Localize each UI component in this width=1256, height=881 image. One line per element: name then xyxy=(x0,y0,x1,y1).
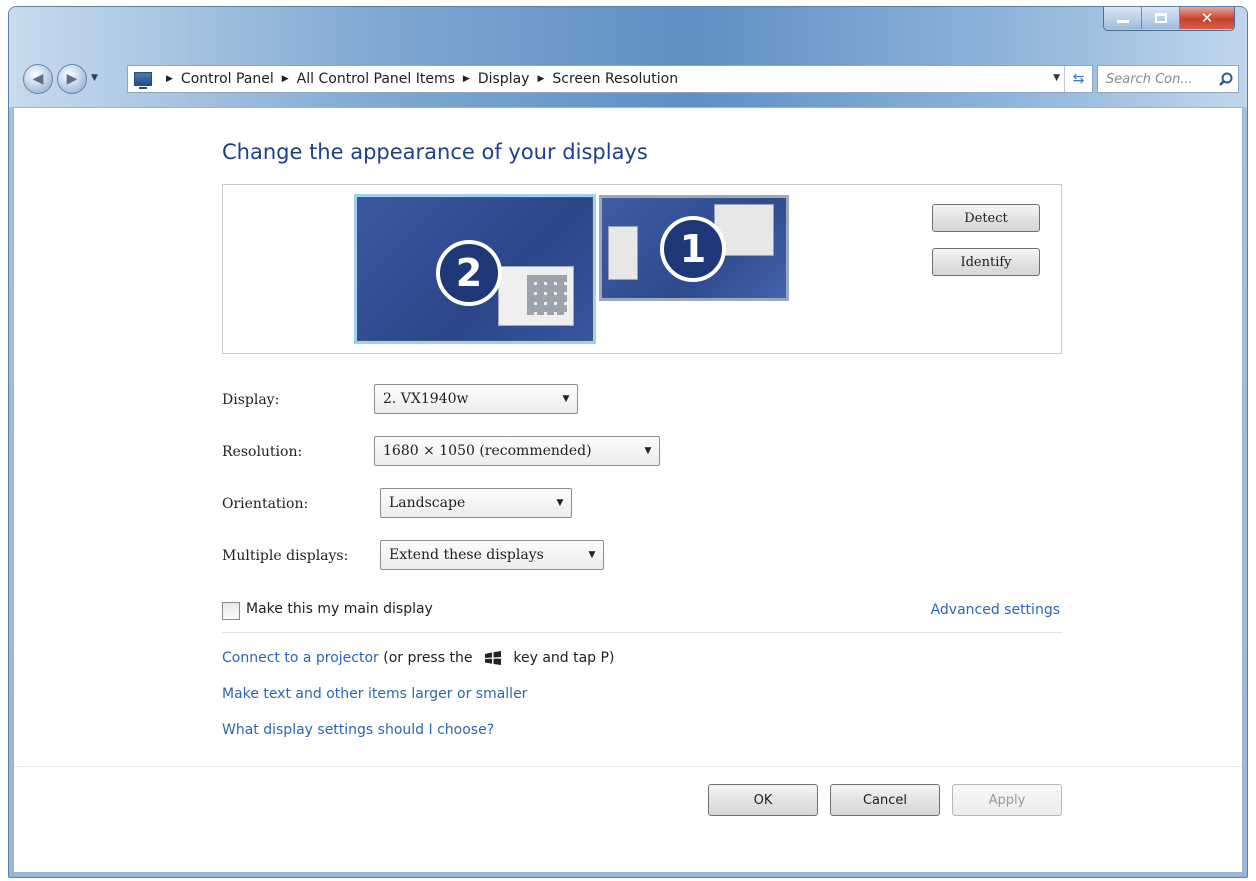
breadcrumb-display[interactable]: Display xyxy=(478,71,530,87)
breadcrumb-arrow-icon[interactable]: ▶ xyxy=(166,74,173,84)
caption-buttons: ✕ xyxy=(1103,7,1235,31)
resolution-select-value: 1680 × 1050 (recommended) xyxy=(383,443,592,459)
refresh-icon: ⇆ xyxy=(1072,71,1085,87)
screen-resolution-window: ✕ ◀ ▶ ▼ ▶ Control Panel ▶ All Control Pa… xyxy=(8,6,1248,878)
chevron-down-icon: ▼ xyxy=(556,498,564,508)
refresh-button[interactable]: ⇆ xyxy=(1064,66,1092,92)
forward-arrow-icon: ▶ xyxy=(66,71,78,87)
multiple-displays-select-value: Extend these displays xyxy=(389,547,544,563)
orientation-label: Orientation: xyxy=(222,496,309,512)
monitor-1-number: 1 xyxy=(660,216,726,282)
breadcrumb-arrow-icon[interactable]: ▶ xyxy=(282,74,289,84)
display-select-value: 2. VX1940w xyxy=(383,391,469,407)
monitor-1-preview[interactable]: 1 xyxy=(599,195,789,301)
projector-note-end: key and tap P) xyxy=(513,650,615,666)
detect-button[interactable]: Detect xyxy=(932,204,1040,232)
projector-note-start: (or press the xyxy=(383,650,473,666)
minimize-button[interactable] xyxy=(1104,7,1142,29)
identify-button[interactable]: Identify xyxy=(932,248,1040,276)
breadcrumb-screen-resolution[interactable]: Screen Resolution xyxy=(552,71,678,87)
navigation-bar: ◀ ▶ ▼ ▶ Control Panel ▶ All Control Pane… xyxy=(9,57,1247,103)
chevron-down-icon: ▼ xyxy=(588,550,596,560)
display-select[interactable]: 2. VX1940w ▼ xyxy=(374,384,578,414)
main-display-label[interactable]: Make this my main display xyxy=(246,601,433,617)
ok-button[interactable]: OK xyxy=(708,784,818,816)
monitor-2-window-thumbnail xyxy=(498,266,574,326)
resolution-label: Resolution: xyxy=(222,444,303,460)
advanced-settings-link[interactable]: Advanced settings xyxy=(931,602,1060,618)
display-icon xyxy=(134,72,152,89)
search-placeholder: Search Con... xyxy=(1106,71,1193,87)
section-divider xyxy=(222,632,1062,633)
forward-button[interactable]: ▶ xyxy=(57,64,87,94)
text-size-link[interactable]: Make text and other items larger or smal… xyxy=(222,686,527,702)
close-button[interactable]: ✕ xyxy=(1180,7,1234,29)
breadcrumb-arrow-icon[interactable]: ▶ xyxy=(463,74,470,84)
page-title: Change the appearance of your displays xyxy=(222,140,648,164)
back-button[interactable]: ◀ xyxy=(23,64,53,94)
display-label: Display: xyxy=(222,392,280,408)
projector-row: Connect to a projector (or press the key… xyxy=(222,650,614,666)
monitor-1-window-thumbnail xyxy=(608,226,638,280)
close-icon: ✕ xyxy=(1200,9,1214,27)
multiple-displays-select[interactable]: Extend these displays ▼ xyxy=(380,540,604,570)
orientation-select-value: Landscape xyxy=(389,495,466,511)
breadcrumb-control-panel[interactable]: Control Panel xyxy=(181,71,274,87)
search-input[interactable]: Search Con... xyxy=(1097,65,1239,93)
display-settings-help-link[interactable]: What display settings should I choose? xyxy=(222,722,494,738)
recent-pages-dropdown[interactable]: ▼ xyxy=(91,73,98,83)
back-arrow-icon: ◀ xyxy=(32,71,44,87)
windows-logo-icon xyxy=(484,651,501,665)
chevron-down-icon: ▼ xyxy=(562,394,570,404)
resolution-select[interactable]: 1680 × 1050 (recommended) ▼ xyxy=(374,436,660,466)
maximize-icon xyxy=(1154,13,1167,23)
breadcrumb-arrow-icon[interactable]: ▶ xyxy=(537,74,544,84)
orientation-select[interactable]: Landscape ▼ xyxy=(380,488,572,518)
breadcrumb-all-items[interactable]: All Control Panel Items xyxy=(297,71,455,87)
minimize-icon xyxy=(1116,19,1129,23)
chevron-down-icon: ▼ xyxy=(644,446,652,456)
main-display-checkbox[interactable] xyxy=(222,602,240,620)
content-panel: Change the appearance of your displays 2… xyxy=(13,107,1243,873)
monitor-2-preview[interactable]: 2 xyxy=(354,194,596,344)
address-dropdown-icon[interactable]: ▼ xyxy=(1053,73,1060,83)
search-icon[interactable] xyxy=(1214,72,1238,86)
cancel-button[interactable]: Cancel xyxy=(830,784,940,816)
maximize-button[interactable] xyxy=(1142,7,1180,29)
connect-projector-link[interactable]: Connect to a projector xyxy=(222,650,379,666)
apply-button[interactable]: Apply xyxy=(952,784,1062,816)
monitor-2-number: 2 xyxy=(436,240,502,306)
footer-divider xyxy=(14,766,1242,767)
address-bar[interactable]: ▶ Control Panel ▶ All Control Panel Item… xyxy=(127,65,1093,93)
multiple-displays-label: Multiple displays: xyxy=(222,548,349,564)
